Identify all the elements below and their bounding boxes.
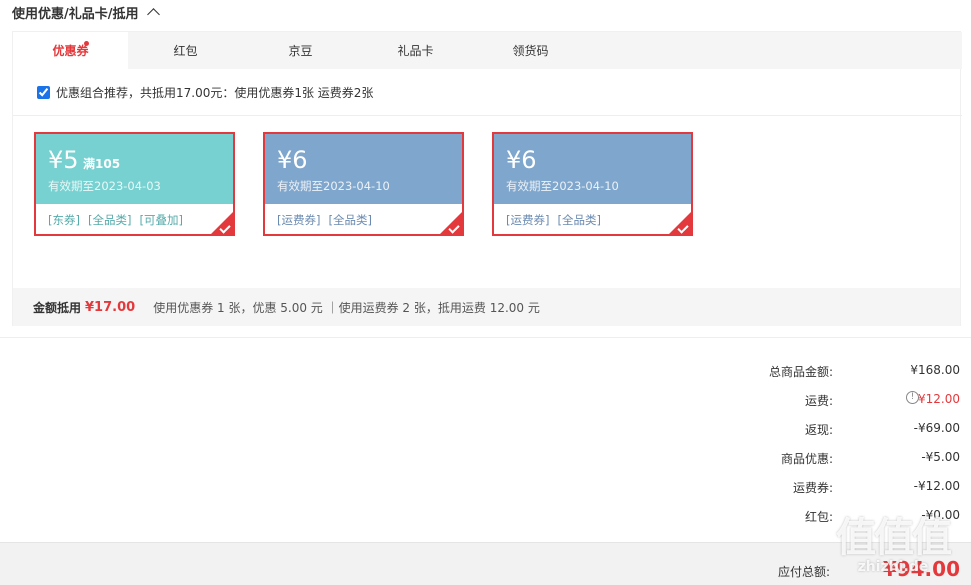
coupon-tags: [运费券] [全品类] (277, 212, 372, 228)
total-value: ¥12.00 (918, 392, 960, 406)
coupon-tag: [全品类] (328, 213, 372, 227)
coupon-face: ¥6 有效期至2023-04-10 (494, 134, 691, 204)
notification-dot (84, 41, 89, 46)
coupon-amount: ¥6 (506, 146, 537, 174)
tab-coupons[interactable]: 优惠券 (13, 32, 128, 69)
combo-text: 优惠组合推荐，共抵用17.00元：使用优惠券1张 运费券2张 (56, 85, 374, 100)
tab-label: 礼品卡 (397, 44, 434, 58)
chevron-up-icon[interactable] (146, 8, 160, 21)
total-label: 商品优惠: (780, 452, 833, 466)
total-value: -¥69.00 (913, 421, 960, 435)
summary-label: 金额抵用 (33, 300, 82, 315)
coupon-tag: [全品类] (557, 213, 601, 227)
discount-summary: 金额抵用 ¥17.00 使用优惠券 1 张，优惠 5.00 元 ｜使用运费券 2… (13, 288, 960, 326)
total-label: 总商品金额: (768, 365, 833, 379)
section-title: 使用优惠/礼品卡/抵用 (12, 6, 139, 22)
tab-gift-card[interactable]: 礼品卡 (358, 32, 473, 69)
coupon-tags: [运费券] [全品类] (506, 212, 601, 228)
tab-label: 领货码 (512, 44, 549, 58)
tab-pickup-code[interactable]: 领货码 (473, 32, 588, 69)
total-row: 总商品金额: ¥168.00 (0, 361, 971, 381)
coupon-amount: ¥6 (277, 146, 308, 174)
total-value: -¥5.00 (921, 450, 960, 464)
divider (0, 337, 971, 338)
total-row: 运费: ! ¥12.00 (0, 390, 971, 410)
coupon-condition: 满105 (83, 157, 121, 171)
tab-red-packet[interactable]: 红包 (128, 32, 243, 69)
section-header[interactable]: 使用优惠/礼品卡/抵用 (12, 2, 160, 22)
combo-checkbox[interactable] (37, 85, 50, 99)
coupon-face: ¥5 满105 有效期至2023-04-03 (36, 134, 233, 204)
coupon-validity: 有效期至2023-04-03 (48, 179, 161, 193)
tab-jd-beans[interactable]: 京豆 (243, 32, 358, 69)
coupon-amount: ¥5 (48, 146, 79, 174)
total-value: -¥12.00 (913, 479, 960, 493)
coupon-card[interactable]: ¥6 有效期至2023-04-10 [运费券] [全品类] (263, 132, 464, 236)
coupon-validity: 有效期至2023-04-10 (277, 179, 390, 193)
coupon-tags: [东券] [全品类] [可叠加] (48, 212, 183, 228)
coupon-card[interactable]: ¥6 有效期至2023-04-10 [运费券] [全品类] (492, 132, 693, 236)
watermark-logo: 值值值 zhizhi.de (823, 505, 963, 584)
tab-label: 京豆 (288, 44, 313, 58)
summary-amount: ¥17.00 (85, 299, 136, 315)
coupon-face: ¥6 有效期至2023-04-10 (265, 134, 462, 204)
coupon-card[interactable]: ¥5 满105 有效期至2023-04-03 [东券] [全品类] [可叠加] (34, 132, 235, 236)
tab-bar: 优惠券 红包 京豆 礼品卡 领货码 (13, 32, 962, 69)
total-label: 返现: (804, 423, 833, 437)
coupon-tag: [可叠加] (139, 213, 183, 227)
total-row: 运费券: -¥12.00 (0, 477, 971, 497)
watermark-main: 值值值 (836, 515, 952, 561)
combo-recommendation[interactable]: 优惠组合推荐，共抵用17.00元：使用优惠券1张 运费券2张 (13, 69, 962, 116)
coupon-tag: [东券] (48, 213, 80, 227)
tab-label: 优惠券 (52, 44, 89, 58)
total-value: ¥168.00 (910, 363, 960, 377)
coupon-panel: 优惠券 红包 京豆 礼品卡 领货码 优惠组合推荐，共抵用17.00元：使用优惠券… (12, 31, 962, 326)
coupon-tag: [全品类] (87, 213, 132, 227)
total-label: 运费券: (792, 481, 833, 495)
summary-description: 使用优惠券 1 张，优惠 5.00 元 ｜使用运费券 2 张，抵用运费 12.0… (153, 300, 540, 315)
tab-label: 红包 (173, 44, 198, 58)
coupon-validity: 有效期至2023-04-10 (506, 179, 619, 193)
coupon-tag: [运费券] (506, 213, 550, 227)
coupon-tag: [运费券] (277, 213, 321, 227)
total-row: 返现: -¥69.00 (0, 419, 971, 439)
total-row: 商品优惠: -¥5.00 (0, 448, 971, 468)
total-label: 运费: (804, 394, 833, 408)
